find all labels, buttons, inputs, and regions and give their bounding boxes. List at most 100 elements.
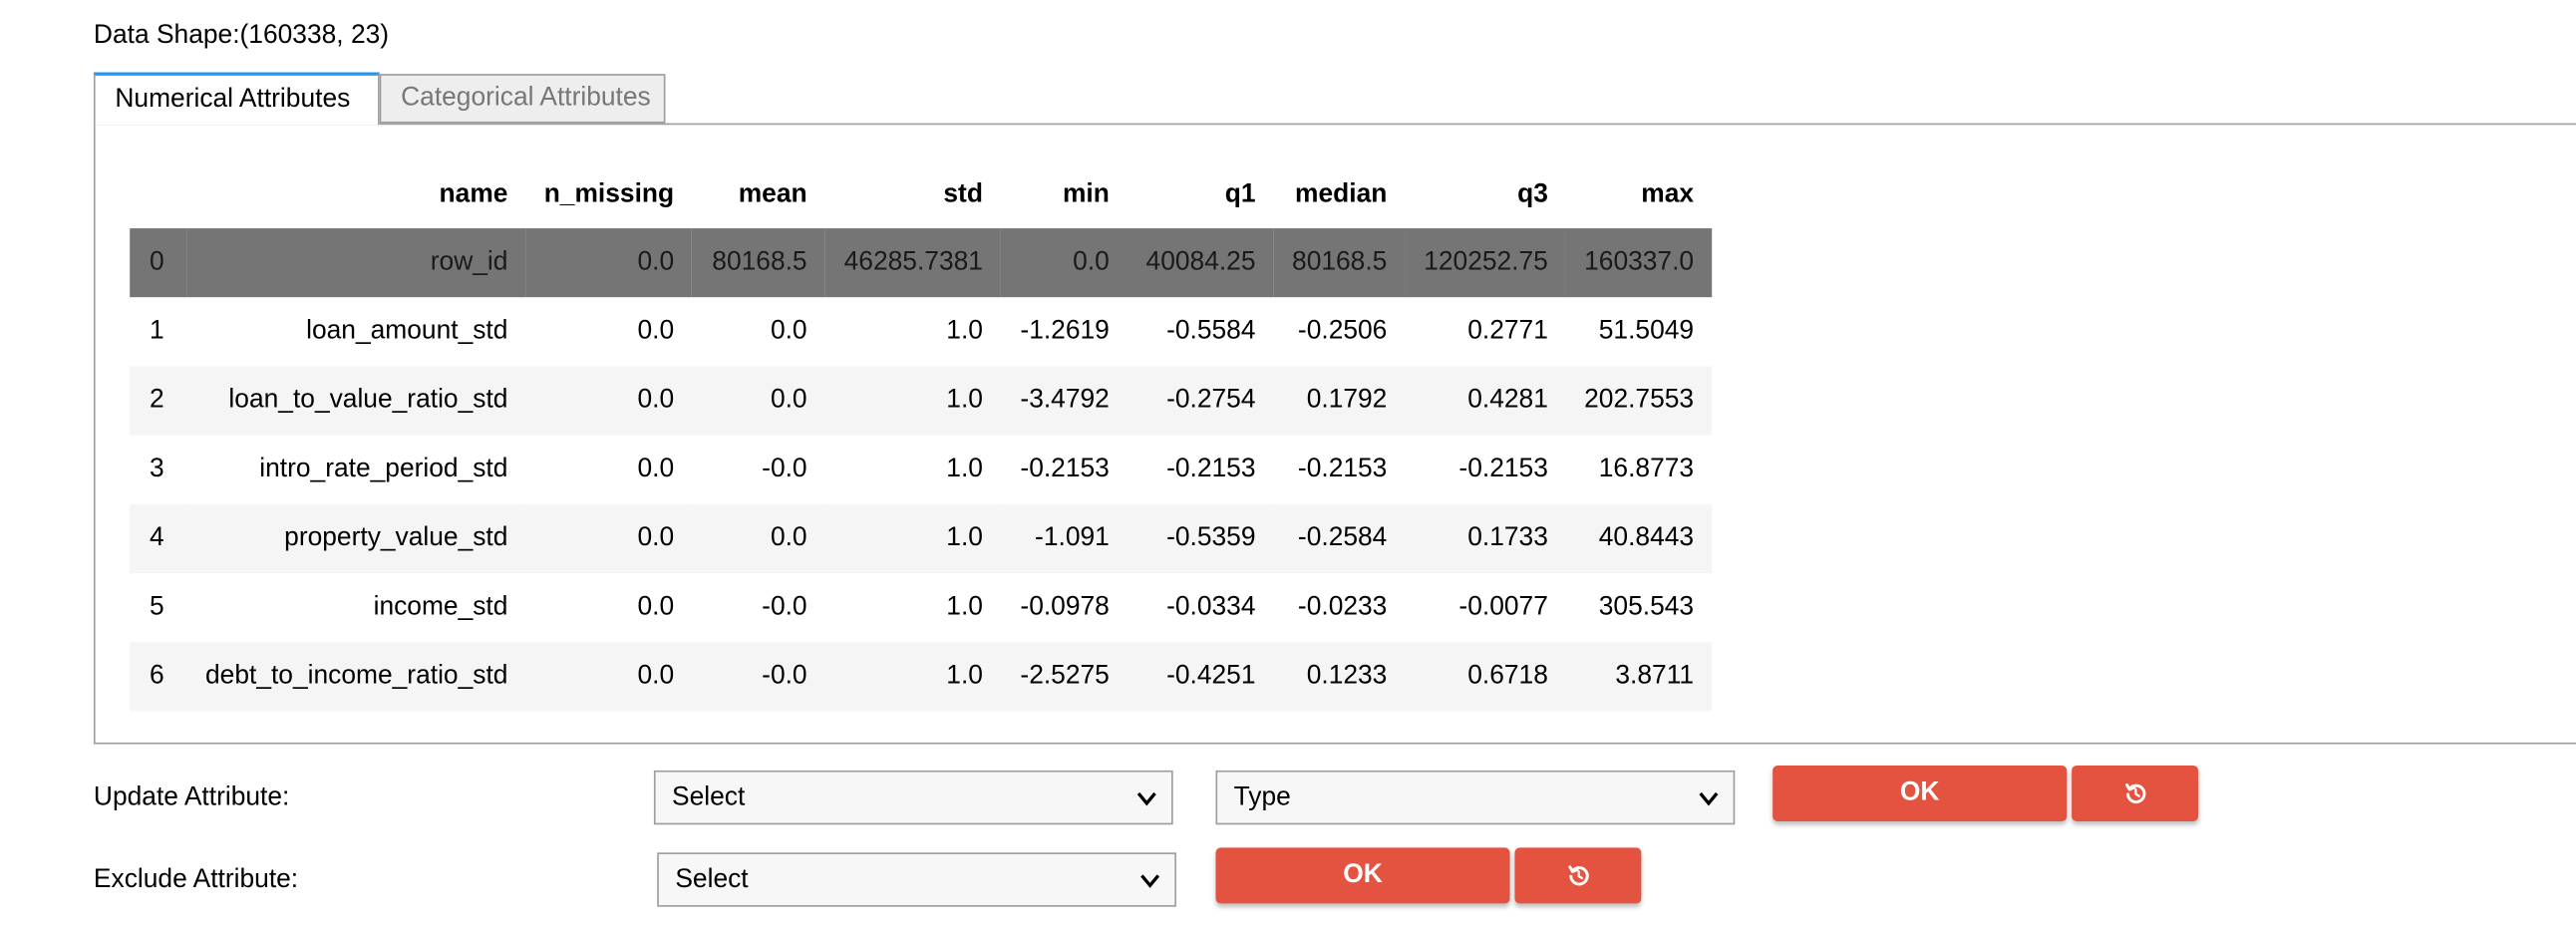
column-header-n-missing: n_missing	[543, 179, 675, 208]
cell-n-missing: 0.0	[525, 503, 693, 574]
cell-n-missing: 0.0	[525, 228, 693, 298]
column-header-mean: mean	[738, 179, 807, 208]
column-header-max: max	[1641, 179, 1695, 208]
cell-median: 0.1233	[1273, 642, 1406, 712]
tab-panel-numerical: name n_missing mean std min q1 median q3…	[93, 123, 2576, 745]
cell-q3: 0.1733	[1405, 503, 1566, 574]
cell-min: -1.2619	[1001, 297, 1127, 367]
cell-median: 0.1792	[1273, 366, 1406, 436]
tab-numerical-attributes[interactable]: Numerical Attributes	[93, 72, 380, 126]
cell-std: 1.0	[824, 297, 1002, 367]
table-row[interactable]: 0 row_id 0.0 80168.5 46285.7381 0.0 4008…	[130, 228, 1713, 298]
cell-mean: 0.0	[692, 503, 825, 574]
cell-q1: -0.5359	[1127, 503, 1274, 574]
update-attribute-type-value: Type	[1233, 783, 1291, 812]
column-header-index	[130, 161, 187, 229]
cell-median: 80168.5	[1273, 228, 1406, 298]
cell-max: 160337.0	[1565, 228, 1713, 298]
chevron-down-icon	[1699, 791, 1719, 806]
cell-median: -0.0233	[1273, 573, 1406, 643]
cell-max: 3.8711	[1565, 642, 1713, 712]
cell-q1: -0.2153	[1127, 435, 1274, 504]
cell-mean: -0.0	[692, 642, 825, 712]
update-attribute-ok-button[interactable]: OK	[1772, 765, 2068, 821]
table-row[interactable]: 2 loan_to_value_ratio_std 0.0 0.0 1.0 -3…	[130, 366, 1713, 436]
column-header-median: median	[1295, 179, 1388, 208]
update-attribute-type-select[interactable]: Type	[1215, 770, 1736, 825]
stage: Data Shape:(160338, 23) Numerical Attrib…	[0, 0, 2576, 930]
cell-name: row_id	[186, 228, 526, 298]
table-row[interactable]: 5 income_std 0.0 -0.0 1.0 -0.0978 -0.033…	[130, 573, 1713, 643]
cell-name: income_std	[186, 573, 526, 643]
cell-q1: -0.5584	[1127, 297, 1274, 367]
cell-std: 1.0	[824, 573, 1002, 643]
cell-q1: -0.0334	[1127, 573, 1274, 643]
cell-mean: 0.0	[692, 297, 825, 367]
update-attribute-select[interactable]: Select	[653, 770, 1173, 825]
cell-q3: 0.6718	[1405, 642, 1566, 712]
exclude-attribute-select[interactable]: Select	[657, 852, 1176, 907]
cell-name: loan_amount_std	[186, 297, 526, 367]
column-header-name: name	[439, 179, 508, 208]
table-row[interactable]: 4 property_value_std 0.0 0.0 1.0 -1.091 …	[130, 503, 1713, 574]
cell-std: 1.0	[824, 366, 1002, 436]
reset-icon	[1567, 865, 1588, 886]
row-index: 5	[130, 573, 187, 643]
exclude-attribute-label: Exclude Attribute:	[93, 865, 299, 894]
cell-max: 305.543	[1565, 573, 1713, 643]
cell-std: 1.0	[824, 503, 1002, 574]
cell-name: intro_rate_period_std	[186, 435, 526, 504]
cell-n-missing: 0.0	[525, 435, 693, 504]
cell-name: debt_to_income_ratio_std	[186, 642, 526, 712]
cell-std: 1.0	[824, 435, 1002, 504]
table-row[interactable]: 6 debt_to_income_ratio_std 0.0 -0.0 1.0 …	[130, 642, 1713, 712]
cell-mean: -0.0	[692, 435, 825, 504]
cell-q3: -0.0077	[1405, 573, 1566, 643]
table-header-row: name n_missing mean std min q1 median q3…	[130, 161, 1712, 229]
cell-q3: 0.4281	[1405, 366, 1566, 436]
cell-q1: -0.4251	[1127, 642, 1274, 712]
cell-max: 51.5049	[1565, 297, 1713, 367]
update-attribute-label: Update Attribute:	[93, 783, 290, 812]
row-index: 3	[130, 435, 187, 504]
tab-bar: Numerical Attributes Categorical Attribu…	[93, 72, 2576, 126]
update-attribute-reset-button[interactable]	[2072, 765, 2199, 821]
column-header-std: std	[943, 179, 983, 208]
cell-max: 40.8443	[1565, 503, 1713, 574]
exclude-attribute-ok-button[interactable]: OK	[1215, 847, 1510, 904]
cell-name: property_value_std	[186, 503, 526, 574]
cell-median: -0.2584	[1273, 503, 1406, 574]
update-attribute-select-value: Select	[672, 783, 746, 812]
table-row[interactable]: 3 intro_rate_period_std 0.0 -0.0 1.0 -0.…	[130, 435, 1713, 504]
table-row[interactable]: 1 loan_amount_std 0.0 0.0 1.0 -1.2619 -0…	[130, 297, 1713, 367]
cell-n-missing: 0.0	[525, 366, 693, 436]
column-header-q3: q3	[1517, 179, 1548, 208]
row-index: 0	[130, 228, 187, 298]
cell-max: 202.7553	[1565, 366, 1713, 436]
data-shape-label: Data Shape:(160338, 23)	[93, 21, 390, 50]
cell-min: -2.5275	[1001, 642, 1127, 712]
chevron-down-icon	[1140, 874, 1160, 888]
tab-categorical-attributes[interactable]: Categorical Attributes	[379, 74, 666, 124]
column-header-q1: q1	[1224, 179, 1256, 208]
row-index: 2	[130, 366, 187, 436]
cell-std: 1.0	[824, 642, 1002, 712]
cell-min: -3.4792	[1001, 366, 1127, 436]
cell-median: -0.2506	[1273, 297, 1406, 367]
row-index: 4	[130, 503, 187, 574]
cell-mean: 80168.5	[692, 228, 825, 298]
cell-max: 16.8773	[1565, 435, 1713, 504]
exclude-attribute-reset-button[interactable]	[1514, 847, 1642, 904]
cell-q1: 40084.25	[1127, 228, 1274, 298]
cell-name: loan_to_value_ratio_std	[186, 366, 526, 436]
reset-icon	[2124, 782, 2145, 803]
row-index: 1	[130, 297, 187, 367]
cell-median: -0.2153	[1273, 435, 1406, 504]
cell-q3: 120252.75	[1405, 228, 1566, 298]
cell-q3: 0.2771	[1405, 297, 1566, 367]
chevron-down-icon	[1136, 791, 1156, 806]
cell-min: 0.0	[1001, 228, 1127, 298]
cell-mean: 0.0	[692, 366, 825, 436]
cell-q3: -0.2153	[1405, 435, 1566, 504]
cell-min: -1.091	[1001, 503, 1127, 574]
